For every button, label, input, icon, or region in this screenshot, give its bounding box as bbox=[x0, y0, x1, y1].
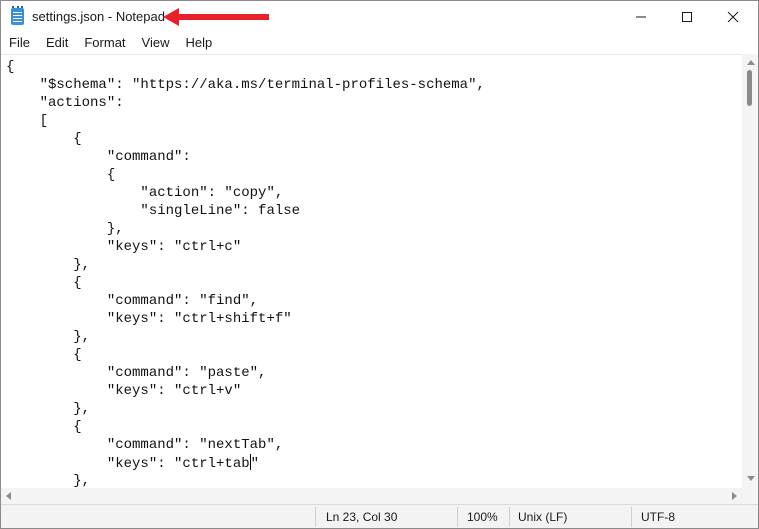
editor-line: { bbox=[6, 167, 116, 183]
scroll-down-icon[interactable] bbox=[747, 476, 755, 481]
editor-line: "keys": "ctrl+c" bbox=[6, 239, 242, 255]
text-editor-area[interactable]: { "$schema": "https://aka.ms/terminal-pr… bbox=[1, 54, 742, 489]
close-icon bbox=[727, 11, 739, 23]
editor-line: { bbox=[6, 275, 82, 291]
scrollbar-corner bbox=[742, 488, 758, 504]
maximize-button[interactable] bbox=[664, 1, 710, 33]
status-separator bbox=[631, 507, 632, 527]
editor-line: "action": "copy", bbox=[6, 185, 284, 201]
editor-line: "command": bbox=[6, 149, 191, 165]
editor-line: }, bbox=[6, 221, 124, 237]
editor-line: }, bbox=[6, 257, 91, 273]
notepad-window: settings.json - Notepad File Edit Format… bbox=[0, 0, 759, 529]
close-button[interactable] bbox=[710, 1, 756, 33]
horizontal-scrollbar[interactable] bbox=[1, 488, 742, 504]
editor-line: "command": "find", bbox=[6, 293, 259, 309]
menu-view[interactable]: View bbox=[134, 33, 178, 53]
vertical-scrollbar[interactable] bbox=[742, 54, 758, 488]
editor-line: { bbox=[6, 347, 82, 363]
editor-line: { bbox=[6, 419, 82, 435]
editor-line: "keys": "ctrl+v" bbox=[6, 383, 242, 399]
status-separator bbox=[315, 507, 316, 527]
menu-file[interactable]: File bbox=[1, 33, 38, 53]
maximize-icon bbox=[682, 12, 692, 22]
status-separator bbox=[509, 507, 510, 527]
editor-line: }, bbox=[6, 401, 91, 417]
editor-line: }, bbox=[6, 329, 91, 345]
menu-edit[interactable]: Edit bbox=[38, 33, 76, 53]
scroll-right-icon[interactable] bbox=[732, 492, 737, 500]
cursor-position: Ln 23, Col 30 bbox=[326, 510, 398, 524]
title-bar[interactable]: settings.json - Notepad bbox=[1, 1, 758, 33]
window-title: settings.json - Notepad bbox=[32, 9, 165, 24]
editor-line: "keys": "ctrl+tab" bbox=[6, 454, 260, 472]
editor-line: [ bbox=[6, 113, 49, 129]
editor-line: "actions": bbox=[6, 95, 124, 111]
editor-line: "keys": "ctrl+shift+f" bbox=[6, 311, 292, 327]
vertical-scroll-thumb[interactable] bbox=[747, 70, 752, 106]
menu-bar: File Edit Format View Help bbox=[1, 33, 758, 53]
notepad-icon bbox=[11, 6, 24, 25]
menu-format[interactable]: Format bbox=[76, 33, 133, 53]
editor-line: "command": "nextTab", bbox=[6, 437, 284, 453]
encoding: UTF-8 bbox=[641, 510, 675, 524]
status-bar: Ln 23, Col 30 100% Unix (LF) UTF-8 bbox=[1, 504, 758, 528]
annotation-arrow-icon bbox=[163, 8, 269, 26]
menu-help[interactable]: Help bbox=[177, 33, 220, 53]
status-separator bbox=[457, 507, 458, 527]
minimize-button[interactable] bbox=[618, 1, 664, 33]
editor-line: }, bbox=[6, 473, 91, 489]
editor-line: "singleLine": false bbox=[6, 203, 301, 219]
editor-line: "$schema": "https://aka.ms/terminal-prof… bbox=[6, 77, 485, 93]
zoom-level: 100% bbox=[467, 510, 498, 524]
text-caret bbox=[249, 454, 251, 470]
editor-line: { bbox=[6, 131, 82, 147]
line-ending: Unix (LF) bbox=[518, 510, 568, 524]
scroll-up-icon[interactable] bbox=[747, 60, 755, 65]
editor-line: { bbox=[6, 59, 15, 75]
editor-line: "command": "paste", bbox=[6, 365, 267, 381]
scroll-left-icon[interactable] bbox=[6, 492, 11, 500]
minimize-icon bbox=[636, 16, 646, 18]
